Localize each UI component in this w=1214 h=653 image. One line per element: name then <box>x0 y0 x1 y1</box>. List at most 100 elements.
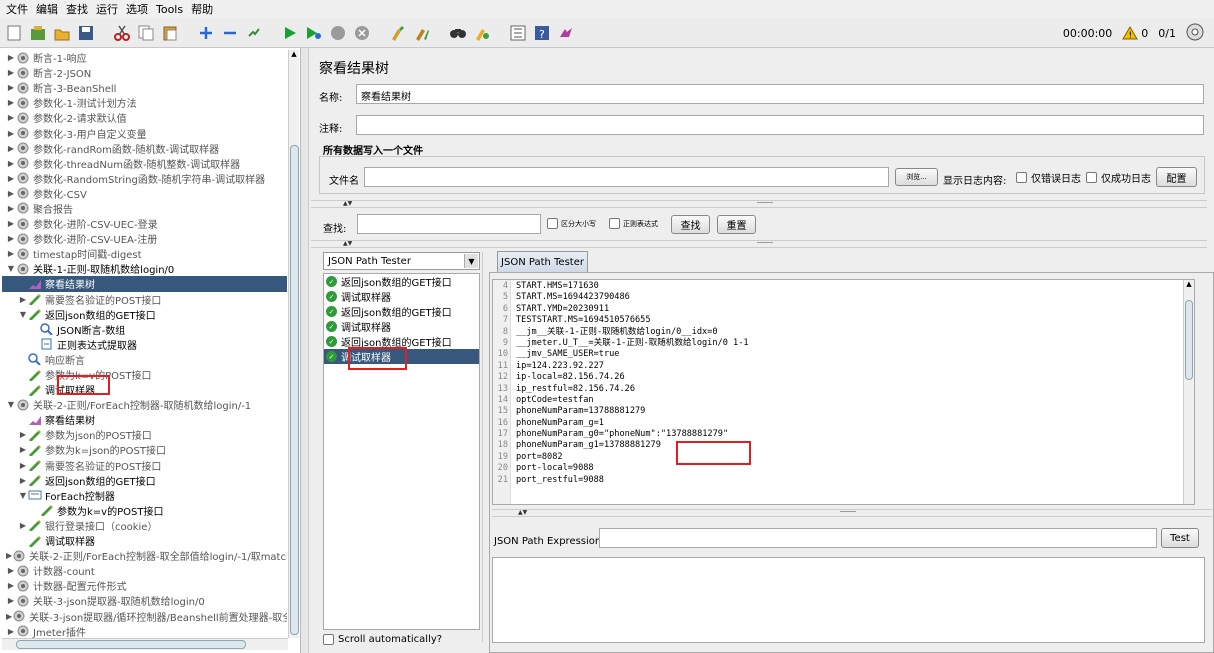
plugins-icon[interactable] <box>556 23 576 43</box>
toggle-icon[interactable] <box>244 23 264 43</box>
tree-item[interactable]: ▶ 断言-3-BeanShell <box>2 80 287 95</box>
errors-only-checkbox[interactable] <box>1016 172 1027 183</box>
expand-arrow-icon[interactable]: ▶ <box>6 219 16 228</box>
test-button[interactable]: Test <box>1161 528 1199 548</box>
stop-icon[interactable] <box>328 23 348 43</box>
expand-arrow-icon[interactable]: ▶ <box>6 83 16 92</box>
result-item[interactable]: ✓ 返回json数组的GET接口 <box>324 304 479 319</box>
tree-item[interactable]: ▶ 断言-2-JSON <box>2 65 287 80</box>
scroll-auto-checkbox[interactable] <box>323 634 334 645</box>
tree-item[interactable]: ▶ 参数化-进阶-CSV-UEA-注册 <box>2 231 287 246</box>
expand-arrow-icon[interactable]: ▶ <box>6 98 16 107</box>
paste-icon[interactable] <box>160 23 180 43</box>
menu-item-5[interactable]: Tools <box>156 3 183 16</box>
menu-item-6[interactable]: 帮助 <box>191 1 213 17</box>
scroll-auto-option[interactable]: Scroll automatically? <box>323 634 442 645</box>
filename-field[interactable] <box>364 167 889 187</box>
expand-arrow-icon[interactable]: ▶ <box>6 234 16 243</box>
tree-item[interactable]: ▶ 断言-1-响应 <box>2 50 287 65</box>
expand-arrow-icon[interactable]: ▶ <box>18 295 28 304</box>
tree-item[interactable]: ▶ 参数化-CSV <box>2 186 287 201</box>
success-only-option[interactable]: 仅成功日志 <box>1086 170 1151 185</box>
menu-item-2[interactable]: 查找 <box>66 1 88 17</box>
tree-item[interactable]: ▶ 参数化-2-请求默认值 <box>2 110 287 125</box>
collapse-arrow-icon[interactable]: ▼ <box>18 310 28 319</box>
success-only-checkbox[interactable] <box>1086 172 1097 183</box>
expand-icon[interactable] <box>196 23 216 43</box>
tree-item[interactable]: ▶ 参数化-进阶-CSV-UEC-登录 <box>2 216 287 231</box>
tree-item[interactable]: ▼ ForEach控制器 <box>2 488 287 503</box>
tree-item[interactable]: ▶ 关联-3-json提取器-取随机数给login/0 <box>2 593 287 608</box>
tree-item[interactable]: 调试取样器 <box>2 382 287 397</box>
browse-button[interactable]: 浏览... <box>895 168 938 186</box>
tree-item[interactable]: ▶ 参数化-RandomString函数-随机字符串-调试取样器 <box>2 171 287 186</box>
tree-item[interactable]: ▶ 参数为json的POST接口 <box>2 427 287 442</box>
expand-arrow-icon[interactable]: ▶ <box>6 596 16 605</box>
expand-arrow-icon[interactable]: ▶ <box>6 113 16 122</box>
tab-json-path-tester[interactable]: JSON Path Tester <box>497 251 588 272</box>
shutdown-icon[interactable] <box>352 23 372 43</box>
reset-button[interactable]: 重置 <box>717 215 756 234</box>
expand-arrow-icon[interactable]: ▶ <box>6 144 16 153</box>
templates-icon[interactable] <box>28 23 48 43</box>
tree-vertical-scrollbar[interactable]: ▲ <box>288 50 299 638</box>
tree-horizontal-scrollbar[interactable] <box>2 638 288 650</box>
expand-arrow-icon[interactable]: ▶ <box>6 249 16 258</box>
tree-item[interactable]: ▶ 银行登录接口（cookie） <box>2 518 287 533</box>
tree-item[interactable]: 正则表达式提取器 <box>2 337 287 352</box>
reset-search-icon[interactable] <box>472 23 492 43</box>
configure-button[interactable]: 配置 <box>1156 167 1197 187</box>
expand-arrow-icon[interactable]: ▶ <box>18 430 28 439</box>
collapse-icon[interactable] <box>220 23 240 43</box>
name-field[interactable]: 察看结果树 <box>356 84 1204 104</box>
errors-only-option[interactable]: 仅错误日志 <box>1016 170 1081 185</box>
expand-arrow-icon[interactable]: ▶ <box>18 521 28 530</box>
tree-item[interactable]: 察看结果树 <box>2 276 287 292</box>
tree-item[interactable]: 参数为k=v的POST接口 <box>2 367 287 382</box>
tree-item[interactable]: ▼ 关联-2-正则/ForEach控制器-取随机数给login/-1 <box>2 397 287 412</box>
tree-item[interactable]: ▶ 返回json数组的GET接口 <box>2 473 287 488</box>
tree-item[interactable]: ▶ 参数为k=json的POST接口 <box>2 442 287 457</box>
tree-item[interactable]: 调试取样器 <box>2 533 287 548</box>
result-item[interactable]: ✓ 返回json数组的GET接口 <box>324 274 479 289</box>
json-path-field[interactable] <box>599 528 1157 548</box>
remote-status-icon[interactable] <box>1186 23 1204 44</box>
expand-arrow-icon[interactable]: ▶ <box>6 129 16 138</box>
menu-item-0[interactable]: 文件 <box>6 1 28 17</box>
tree-item[interactable]: 响应断言 <box>2 352 287 367</box>
regex-checkbox[interactable] <box>609 218 620 229</box>
clear-all-icon[interactable] <box>412 23 432 43</box>
tree-item[interactable]: ▼ 返回json数组的GET接口 <box>2 307 287 322</box>
expand-arrow-icon[interactable]: ▶ <box>6 627 16 636</box>
expand-arrow-icon[interactable]: ▶ <box>18 461 28 470</box>
expand-arrow-icon[interactable]: ▶ <box>6 204 16 213</box>
tree-item[interactable]: ▶ 计数器-配置元件形式 <box>2 578 287 593</box>
search-field[interactable] <box>357 214 541 234</box>
tree-item[interactable]: JSON断言-数组 <box>2 322 287 337</box>
case-sensitive-checkbox[interactable] <box>547 218 558 229</box>
menu-item-3[interactable]: 运行 <box>96 1 118 17</box>
expand-arrow-icon[interactable]: ▶ <box>6 566 16 575</box>
clear-icon[interactable] <box>388 23 408 43</box>
tree-item[interactable]: ▶ Jmeter插件 <box>2 624 287 638</box>
open-icon[interactable] <box>52 23 72 43</box>
copy-icon[interactable] <box>136 23 156 43</box>
response-scrollbar[interactable]: ▲ <box>1183 280 1194 504</box>
renderer-dropdown[interactable]: JSON Path Tester ▼ <box>323 252 480 270</box>
chevron-down-icon[interactable]: ▼ <box>464 254 478 268</box>
find-button[interactable]: 查找 <box>671 215 710 234</box>
list-splitter[interactable] <box>482 252 488 642</box>
menu-item-4[interactable]: 选项 <box>126 1 148 17</box>
expand-arrow-icon[interactable]: ▶ <box>6 189 16 198</box>
menu-item-1[interactable]: 编辑 <box>36 1 58 17</box>
tree-item[interactable]: ▶ 需要签名验证的POST接口 <box>2 458 287 473</box>
expand-arrow-icon[interactable]: ▶ <box>6 174 16 183</box>
tree-item[interactable]: ▶ 参数化-1-测试计划方法 <box>2 95 287 110</box>
help-icon[interactable]: ? <box>532 23 552 43</box>
warning-icon[interactable]: ! 0 <box>1122 26 1148 40</box>
comment-field[interactable] <box>356 115 1204 135</box>
new-icon[interactable] <box>4 23 24 43</box>
tree-item[interactable]: ▼ 关联-1-正则-取随机数给login/0 <box>2 261 287 276</box>
result-item[interactable]: ✓ 调试取样器 <box>324 319 479 334</box>
tree-item[interactable]: ▶ 需要签名验证的POST接口 <box>2 292 287 307</box>
